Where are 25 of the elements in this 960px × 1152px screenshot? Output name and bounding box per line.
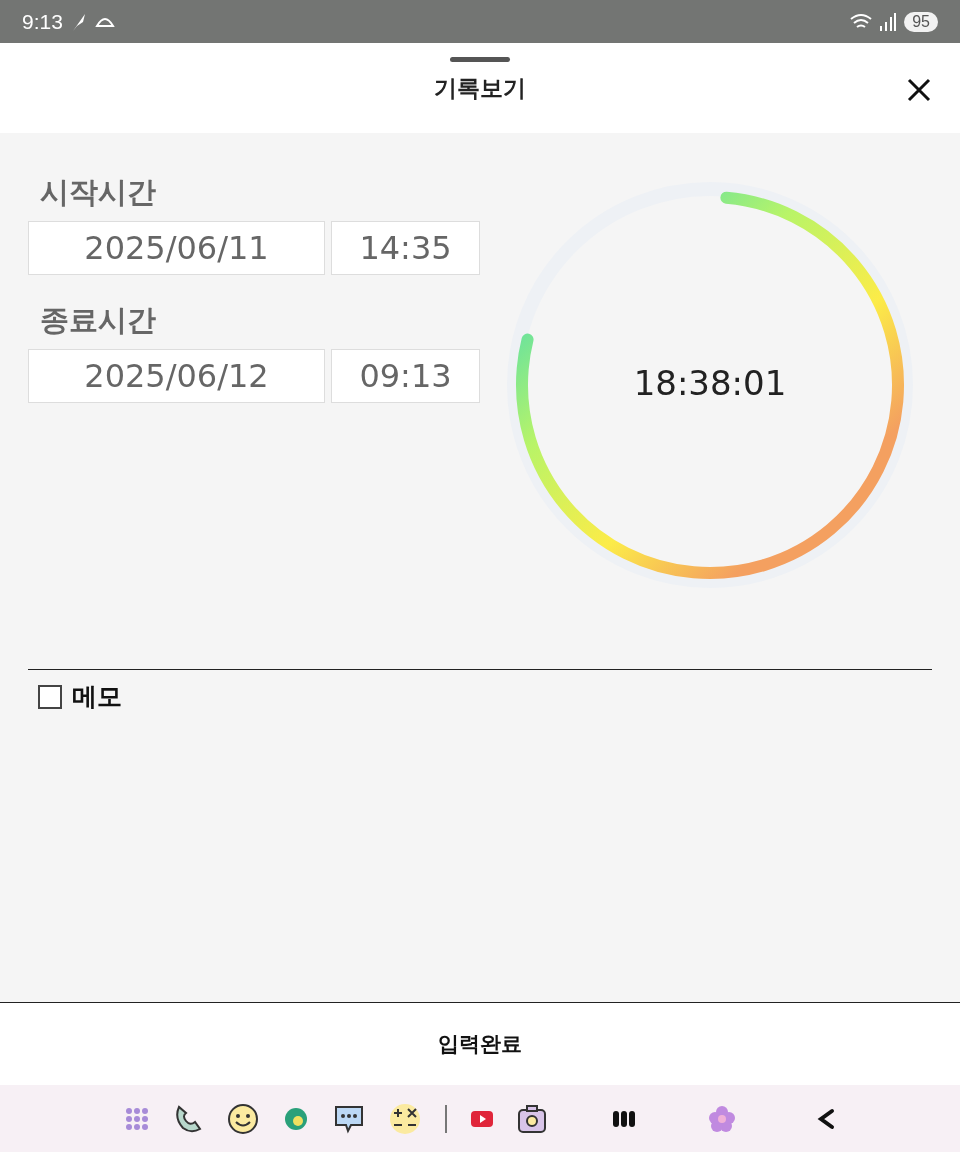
sheet-title: 기록보기 — [434, 75, 526, 101]
notification-icon — [94, 16, 115, 27]
memo-checkbox[interactable] — [38, 684, 62, 709]
elapsed-time: 18:38:01 — [633, 363, 787, 403]
clock-time: 9:13 — [22, 9, 63, 34]
camera-icon[interactable] — [516, 1103, 547, 1134]
calculator-icon[interactable] — [389, 1102, 422, 1135]
phone-icon[interactable] — [173, 1103, 204, 1134]
signal-icon — [880, 12, 897, 31]
battery-level: 95 — [904, 11, 938, 32]
memo-label: 메모 — [72, 681, 122, 713]
smiley-icon[interactable] — [227, 1102, 260, 1135]
time-label: 시작시간 — [40, 175, 156, 209]
time-label: 종료시간 — [40, 303, 156, 337]
time-field[interactable]: 14:35 — [331, 221, 480, 275]
date-field[interactable]: 2025/06/12 — [28, 349, 325, 403]
time-field[interactable]: 09:13 — [331, 349, 480, 403]
play-icon[interactable] — [470, 1110, 493, 1127]
wifi-icon — [850, 12, 873, 31]
recent-apps-icon[interactable] — [612, 1110, 635, 1127]
drag-handle[interactable] — [450, 57, 510, 62]
app-icon[interactable] — [283, 1105, 310, 1132]
date-field[interactable]: 2025/06/11 — [28, 221, 325, 275]
back-icon[interactable] — [816, 1107, 835, 1130]
app-grid-icon[interactable] — [125, 1106, 150, 1131]
